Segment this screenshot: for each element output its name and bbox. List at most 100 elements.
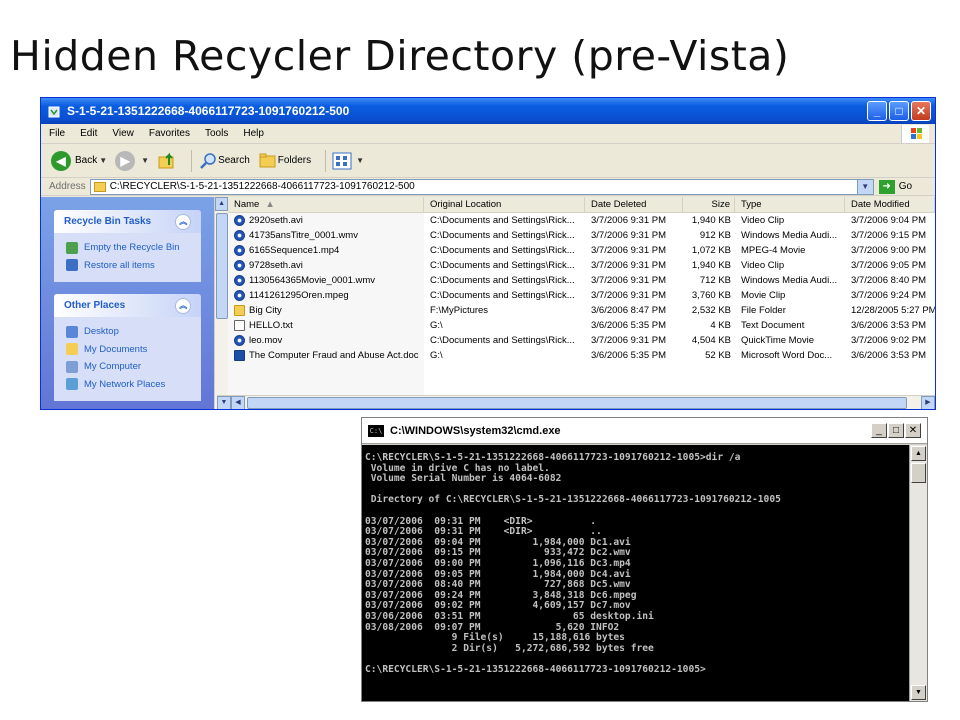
file-type: MPEG-4 Movie <box>741 245 806 256</box>
file-row[interactable]: HELLO.txt G:\ 3/6/2006 5:35 PM 4 KB Text Doc… <box>228 318 935 333</box>
menu-tools[interactable]: Tools <box>205 128 228 139</box>
file-row[interactable]: Big City F:\MyPictures 3/6/2006 8:47 PM 2,5… <box>228 303 935 318</box>
scroll-down-icon[interactable]: ▼ <box>911 685 926 700</box>
file-type: Microsoft Word Doc... <box>741 350 833 361</box>
menu-view[interactable]: View <box>112 128 134 139</box>
task-pane-scrollbar[interactable]: ▲ <box>214 197 229 409</box>
recycle-bin-tasks-panel: Recycle Bin Tasks ︽ Empty the Recycle Bi… <box>54 210 202 282</box>
file-row[interactable]: 1130564365Movie_0001.wmv C:\Documents and… <box>228 273 935 288</box>
file-row[interactable]: 2920seth.avi C:\Documents and Settings\Ri… <box>228 213 935 228</box>
scroll-left-icon[interactable]: ◀ <box>231 396 245 409</box>
my-computer-icon <box>66 360 78 373</box>
file-row[interactable]: 1141261295Oren.mpeg C:\Documents and Sett… <box>228 288 935 303</box>
file-name: leo.mov <box>249 335 283 346</box>
maximize-button[interactable]: □ <box>889 101 909 121</box>
place-label: Desktop <box>84 326 119 338</box>
views-button[interactable]: ▼ <box>332 152 364 170</box>
file-type: Windows Media Audi... <box>741 275 838 286</box>
explorer-titlebar[interactable]: S-1-5-21-1351222668-4066117723-109176021… <box>41 98 935 124</box>
task-label: Restore all items <box>84 259 155 271</box>
explorer-window: S-1-5-21-1351222668-4066117723-109176021… <box>40 97 936 410</box>
panel-header[interactable]: Recycle Bin Tasks ︽ <box>54 210 202 233</box>
cmd-icon: C:\ <box>368 424 384 437</box>
file-row[interactable]: leo.mov C:\Documents and Settings\Rick...… <box>228 333 935 348</box>
place-desktop[interactable]: Desktop <box>66 323 191 341</box>
file-name-cell: 1141261295Oren.mpeg <box>228 288 424 303</box>
file-row[interactable]: The Computer Fraud and Abuse Act.doc G:\ 3… <box>228 348 935 363</box>
place-my-network-places[interactable]: My Network Places <box>66 376 191 394</box>
close-button[interactable]: ✕ <box>911 101 931 121</box>
close-button[interactable]: ✕ <box>905 423 921 438</box>
up-folder-button[interactable] <box>157 151 177 171</box>
chevron-down-icon: ▼ <box>99 156 108 165</box>
column-name[interactable]: Name ▲ <box>228 197 424 212</box>
file-row[interactable]: 9728seth.avi C:\Documents and Settings\Ri… <box>228 258 935 273</box>
file-row[interactable]: 6165Sequence1.mp4 C:\Documents and Settin… <box>228 243 935 258</box>
menu-help[interactable]: Help <box>243 128 264 139</box>
column-date-modified[interactable]: Date Modified <box>845 197 935 212</box>
restore-all-link[interactable]: Restore all items <box>66 257 191 275</box>
console-output[interactable]: C:\RECYCLER\S-1-5-21-1351222668-40661177… <box>362 445 909 701</box>
collapse-icon[interactable]: ︽ <box>175 213 192 230</box>
file-name-cell: 2920seth.avi <box>228 213 424 228</box>
folders-button[interactable]: Folders <box>258 151 311 171</box>
cmd-titlebar[interactable]: C:\ C:\WINDOWS\system32\cmd.exe _ □ ✕ <box>362 418 927 444</box>
explorer-window-title: S-1-5-21-1351222668-4066117723-109176021… <box>67 104 350 118</box>
column-size[interactable]: Size <box>683 197 735 212</box>
file-size: 1,940 KB <box>691 215 731 226</box>
file-date-deleted: 3/7/2006 9:31 PM <box>591 230 666 241</box>
column-original-location[interactable]: Original Location <box>424 197 585 212</box>
file-row[interactable]: 41735ansTitre_0001.wmv C:\Documents and S… <box>228 228 935 243</box>
column-type[interactable]: Type <box>735 197 845 212</box>
recycle-bin-icon <box>66 241 78 254</box>
minimize-button[interactable]: _ <box>871 423 887 438</box>
menu-edit[interactable]: Edit <box>80 128 97 139</box>
collapse-icon[interactable]: ︽ <box>175 297 192 314</box>
chevron-down-icon[interactable]: ▼ <box>856 179 873 194</box>
search-button[interactable]: Search <box>198 151 250 171</box>
search-label: Search <box>218 155 250 166</box>
place-label: My Documents <box>84 343 148 355</box>
panel-header[interactable]: Other Places ︽ <box>54 294 202 317</box>
scroll-right-icon[interactable]: ▶ <box>921 396 935 409</box>
horizontal-scrollbar[interactable]: ▼ ◀ ▶ <box>217 395 935 409</box>
explorer-content: Recycle Bin Tasks ︽ Empty the Recycle Bi… <box>41 197 935 409</box>
column-date-deleted[interactable]: Date Deleted <box>585 197 683 212</box>
file-size: 52 KB <box>705 350 731 361</box>
slide-title: Hidden Recycler Directory (pre-Vista) <box>10 32 790 80</box>
console-line: C:\RECYCLER\S-1-5-21-1351222668-40661177… <box>365 663 706 675</box>
text-file-icon <box>234 320 245 331</box>
desktop-icon <box>66 325 78 338</box>
scrollbar-thumb[interactable] <box>911 463 926 483</box>
empty-recycle-bin-link[interactable]: Empty the Recycle Bin <box>66 239 191 257</box>
panel-title: Other Places <box>64 300 126 311</box>
console-line: 03/07/2006 09:00 PM 1,096,116 Dc3.mp4 <box>365 557 631 569</box>
place-my-documents[interactable]: My Documents <box>66 341 191 359</box>
scrollbar-thumb[interactable] <box>216 213 229 319</box>
menu-file[interactable]: File <box>49 128 65 139</box>
file-date-deleted: 3/7/2006 9:31 PM <box>591 290 666 301</box>
scroll-down-icon[interactable]: ▼ <box>217 396 231 409</box>
forward-button[interactable]: ▶ ▼ <box>115 150 149 171</box>
minimize-button[interactable]: _ <box>867 101 887 121</box>
scroll-up-icon[interactable]: ▲ <box>911 446 926 461</box>
file-location: C:\Documents and Settings\Rick... <box>430 230 575 241</box>
maximize-button[interactable]: □ <box>888 423 904 438</box>
network-icon <box>66 378 78 391</box>
address-input[interactable]: C:\RECYCLER\S-1-5-21-1351222668-40661177… <box>89 178 874 195</box>
file-date-deleted: 3/7/2006 9:31 PM <box>591 335 666 346</box>
menu-favorites[interactable]: Favorites <box>149 128 190 139</box>
forward-arrow-icon: ▶ <box>115 150 136 171</box>
scroll-up-icon[interactable]: ▲ <box>215 197 228 211</box>
go-button[interactable]: ➜ Go <box>878 179 912 194</box>
windows-logo-icon <box>901 125 929 143</box>
scrollbar-thumb[interactable] <box>247 397 907 409</box>
file-name: Big City <box>249 305 282 316</box>
toolbar-separator <box>191 149 193 172</box>
file-name-cell: 9728seth.avi <box>228 258 424 273</box>
file-date-deleted: 3/6/2006 5:35 PM <box>591 320 666 331</box>
back-button[interactable]: ◀ Back ▼ <box>51 150 108 171</box>
cmd-scrollbar[interactable]: ▲ ▼ <box>909 445 927 701</box>
place-my-computer[interactable]: My Computer <box>66 358 191 376</box>
